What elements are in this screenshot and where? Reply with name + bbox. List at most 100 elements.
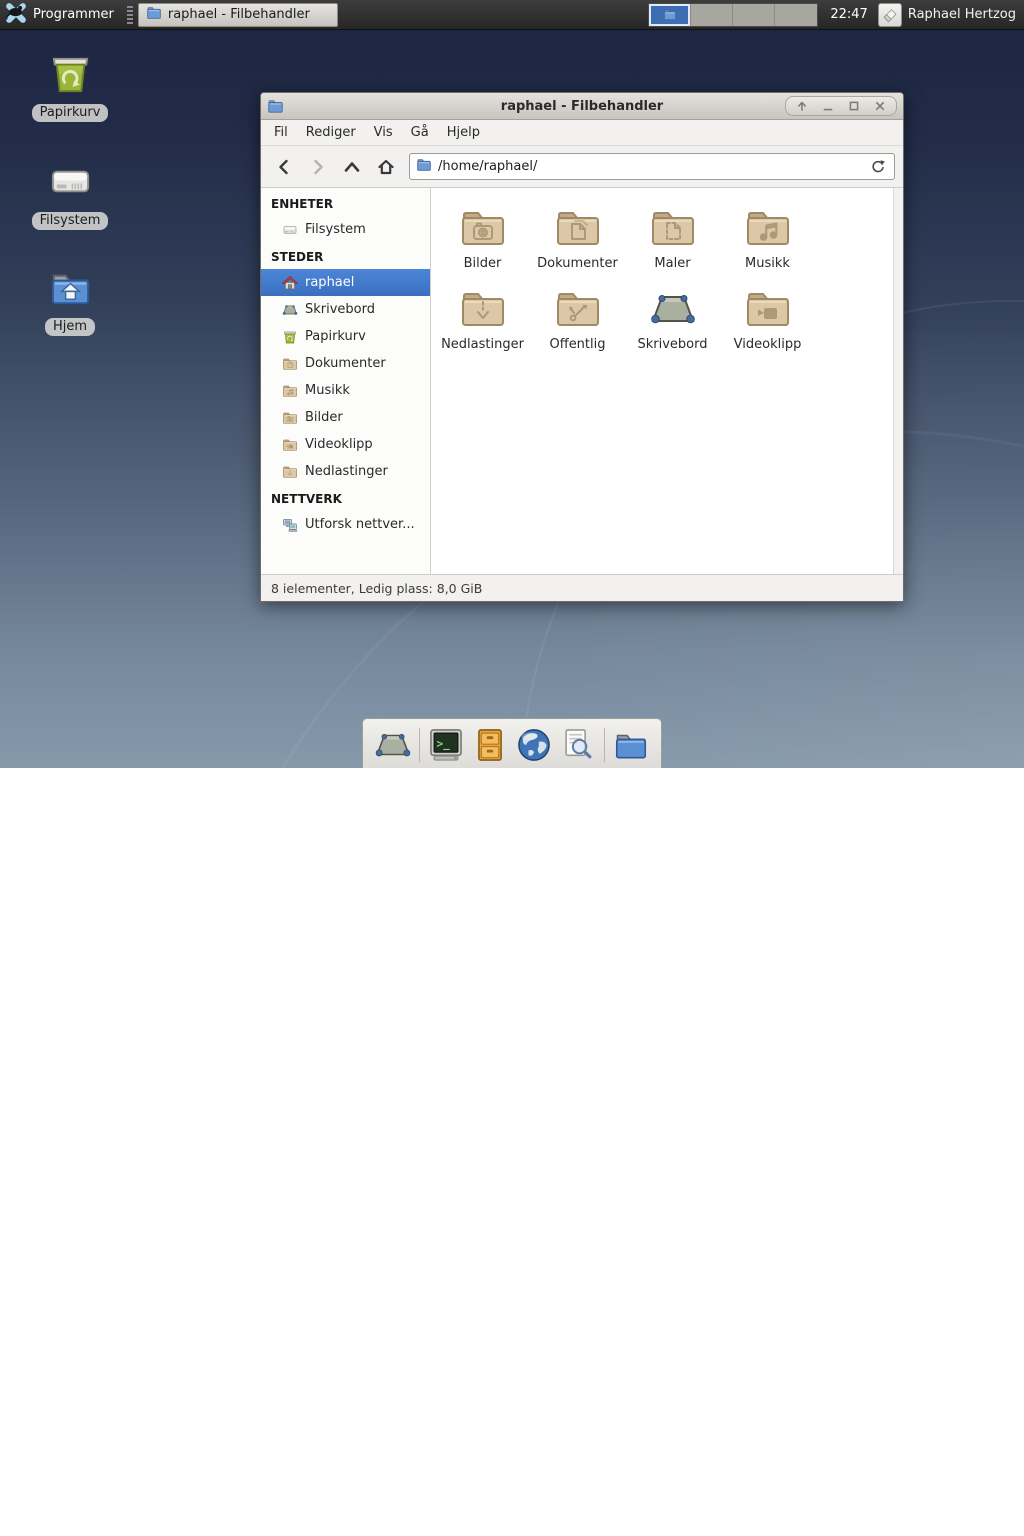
- top-panel: Programmer raphael - Filbehandler: [0, 0, 1024, 30]
- folder-templates-icon: [649, 204, 697, 252]
- file-item[interactable]: Maler: [625, 204, 720, 271]
- sidebar-item-label: raphael: [305, 275, 354, 290]
- file-item[interactable]: Bilder: [435, 204, 530, 271]
- window-titlebar[interactable]: raphael - Filbehandler: [261, 93, 903, 120]
- dock-slot: [609, 724, 653, 766]
- file-item-label: Skrivebord: [637, 337, 707, 352]
- sidebar-item-label: Dokumenter: [305, 356, 386, 371]
- menu-item[interactable]: Vis: [365, 121, 402, 144]
- file-item-label: Nedlastinger: [441, 337, 524, 352]
- win-close-icon[interactable]: [872, 98, 888, 114]
- sidebar-section-header: STEDER: [261, 243, 430, 269]
- dock-slot: [512, 724, 556, 766]
- desktop-icon-label: Papirkurv: [32, 104, 109, 122]
- sidebar-item[interactable]: Nedlastinger: [261, 458, 430, 485]
- web-browser-icon: [515, 726, 553, 764]
- file-cabinet-icon: [471, 726, 509, 764]
- dock-launcher[interactable]: [556, 724, 600, 766]
- location-bar[interactable]: /home/raphael/: [409, 153, 895, 180]
- sidebar-item[interactable]: Utforsk nettver...: [261, 511, 430, 538]
- nav-up-icon[interactable]: [337, 153, 367, 181]
- folder-downloads-icon: [459, 285, 507, 333]
- file-item-label: Dokumenter: [537, 256, 618, 271]
- dock-launcher[interactable]: [468, 724, 512, 766]
- applications-menu-label: Programmer: [33, 7, 114, 22]
- desktop-icon[interactable]: Hjem: [20, 264, 120, 336]
- desktop-icon[interactable]: Filsystem: [20, 158, 120, 230]
- sidebar-item[interactable]: Bilder: [261, 404, 430, 431]
- menu-item[interactable]: Fil: [265, 121, 297, 144]
- menu-item[interactable]: Rediger: [297, 121, 365, 144]
- statusbar-text: 8 ielementer, Ledig plass: 8,0 GiB: [271, 581, 482, 596]
- dock-launcher[interactable]: [371, 724, 415, 766]
- dock-launcher[interactable]: [512, 724, 556, 766]
- file-manager-icon: [612, 726, 650, 764]
- taskbar-window-button[interactable]: raphael - Filbehandler: [138, 3, 338, 27]
- file-item[interactable]: Musikk: [720, 204, 815, 271]
- sidebar-item[interactable]: Skrivebord: [261, 296, 430, 323]
- menu-item[interactable]: Gå: [402, 121, 438, 144]
- file-view[interactable]: Bilder Dokumenter Maler: [431, 188, 903, 574]
- svg-text:>_: >_: [437, 737, 451, 750]
- folder-downloads-icon: [282, 464, 298, 480]
- desktop-icon-label: Filsystem: [32, 212, 109, 230]
- folder-documents-icon: [282, 356, 298, 372]
- file-item-label: Bilder: [464, 256, 502, 271]
- workspace-cell[interactable]: [775, 4, 817, 26]
- dock-launcher[interactable]: >_: [424, 724, 468, 766]
- taskbar-window-label: raphael - Filbehandler: [168, 7, 310, 22]
- workspace-cell[interactable]: [649, 4, 691, 26]
- reload-icon[interactable]: [868, 159, 888, 175]
- file-item[interactable]: Offentlig: [530, 285, 625, 352]
- file-item[interactable]: Skrivebord: [625, 285, 720, 352]
- nav-home-icon[interactable]: [371, 153, 401, 181]
- sidebar-section: STEDER raphael: [261, 243, 430, 485]
- win-shade-icon[interactable]: [794, 98, 810, 114]
- current-path[interactable]: /home/raphael/: [438, 159, 862, 174]
- sidebar-item[interactable]: raphael: [261, 269, 430, 296]
- sidebar-item[interactable]: Filsystem: [261, 216, 430, 243]
- sidebar-item-label: Nedlastinger: [305, 464, 388, 479]
- drive-icon: [282, 222, 298, 238]
- tasklist-grip[interactable]: [127, 6, 133, 24]
- sidebar-item[interactable]: Musikk: [261, 377, 430, 404]
- eraser-icon: [878, 3, 902, 27]
- workspace-cell[interactable]: [691, 4, 733, 26]
- file-item[interactable]: Dokumenter: [530, 204, 625, 271]
- menu-item[interactable]: Hjelp: [438, 121, 489, 144]
- file-item-label: Offentlig: [550, 337, 606, 352]
- window-controls: [785, 96, 897, 116]
- mini-folder-icon: [267, 98, 284, 115]
- xfce-logo-icon: [5, 2, 27, 28]
- sidebar-item[interactable]: Dokumenter: [261, 350, 430, 377]
- dock-slot: [556, 724, 609, 766]
- file-item[interactable]: Videoklipp: [720, 285, 815, 352]
- user-actions-button[interactable]: Raphael Hertzog: [878, 3, 1024, 27]
- file-item-label: Maler: [654, 256, 690, 271]
- drive-icon: [47, 158, 94, 205]
- folder-videos-icon: [282, 437, 298, 453]
- workspace-cell[interactable]: [733, 4, 775, 26]
- file-item-label: Musikk: [745, 256, 790, 271]
- search-icon: [559, 726, 597, 764]
- dock-slot: [468, 724, 512, 766]
- applications-menu-button[interactable]: Programmer: [0, 0, 124, 29]
- desktop-icon[interactable]: Papirkurv: [20, 50, 120, 122]
- win-minimize-icon[interactable]: [820, 98, 836, 114]
- dock-launcher[interactable]: [609, 724, 653, 766]
- sidebar-item[interactable]: Videoklipp: [261, 431, 430, 458]
- vertical-scrollbar[interactable]: [893, 188, 903, 574]
- panel-clock[interactable]: 22:47: [830, 7, 867, 22]
- terminal-icon: >_: [427, 726, 465, 764]
- sidebar-item-label: Bilder: [305, 410, 343, 425]
- sidebar-item[interactable]: Papirkurv: [261, 323, 430, 350]
- sidebar: ENHETER Filsystem STEDER: [261, 188, 431, 574]
- folder-pictures-icon: [282, 410, 298, 426]
- nav-back-icon[interactable]: [269, 153, 299, 181]
- folder-music-icon: [282, 383, 298, 399]
- nav-forward-icon[interactable]: [303, 153, 333, 181]
- win-maximize-icon[interactable]: [846, 98, 862, 114]
- sidebar-section: NETTVERK Utforsk nettver...: [261, 485, 430, 538]
- trash-icon: [282, 329, 298, 345]
- file-item[interactable]: Nedlastinger: [435, 285, 530, 352]
